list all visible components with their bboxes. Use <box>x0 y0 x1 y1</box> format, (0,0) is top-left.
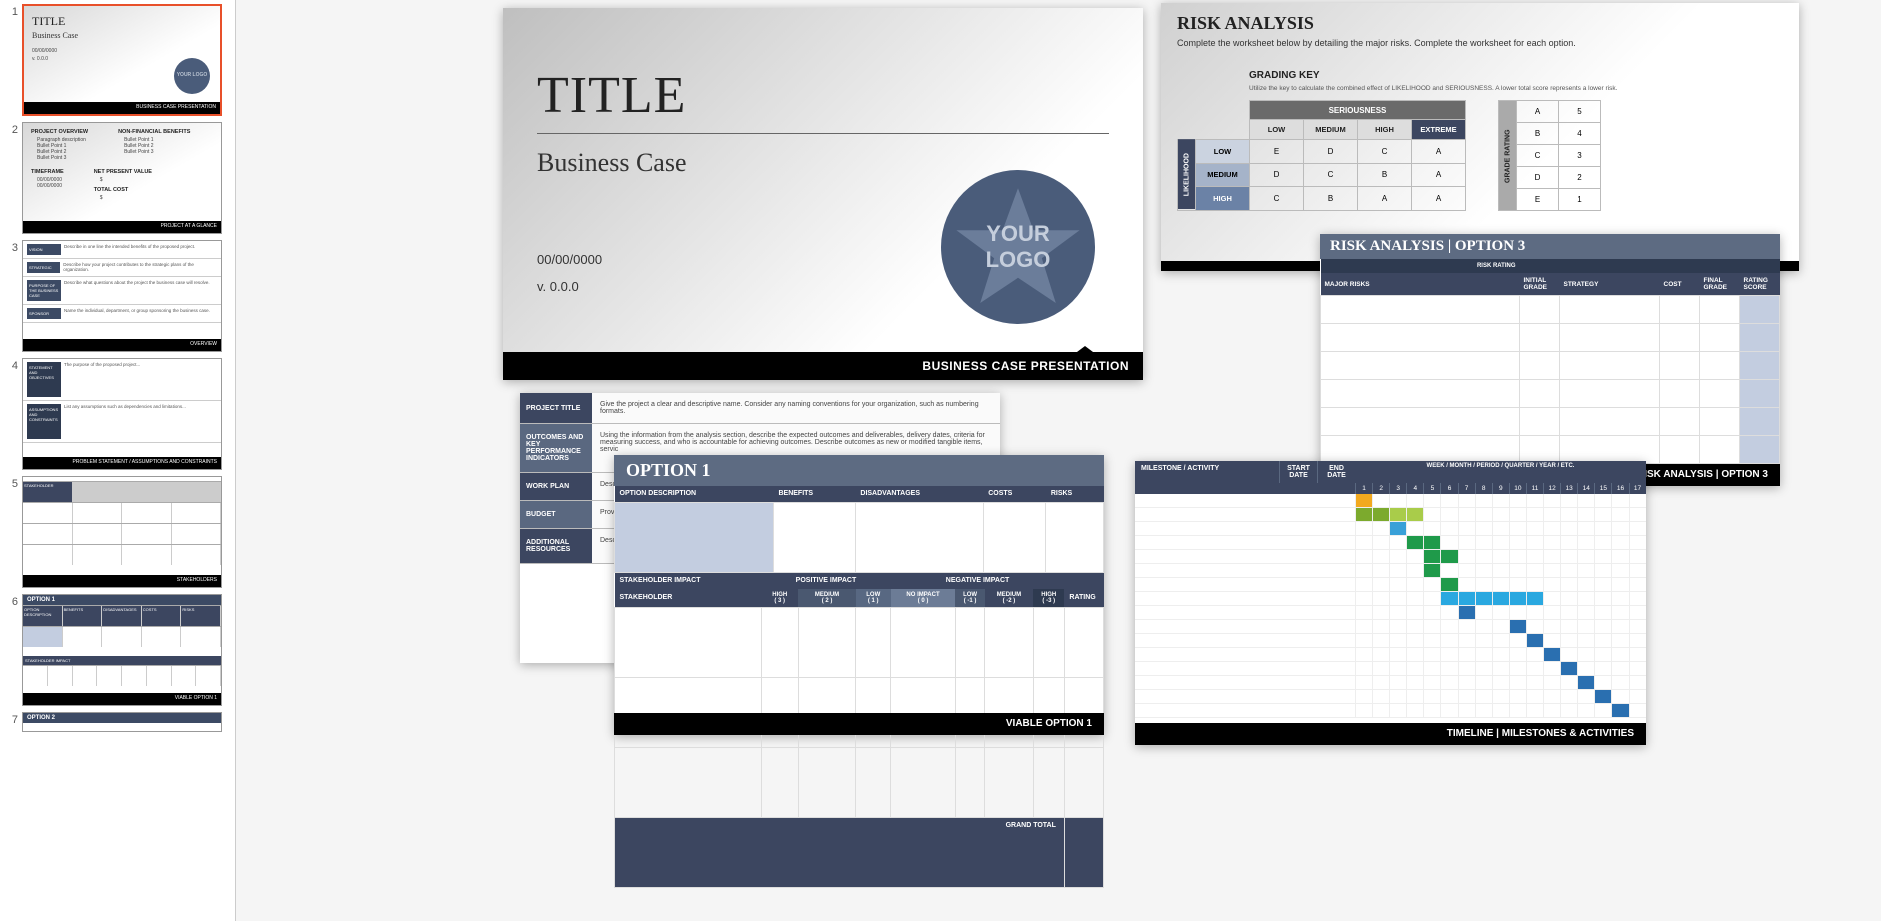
footer-label: BUSINESS CASE PRESENTATION <box>503 352 1143 380</box>
thumb-logo: YOUR LOGO <box>174 58 210 94</box>
slide-thumbnail-7[interactable]: OPTION 2 <box>22 712 222 732</box>
subtitle-text[interactable]: Business Case <box>537 148 1143 178</box>
option1-heading: OPTION 1 <box>614 455 1104 486</box>
logo-placeholder[interactable]: YOURLOGO <box>941 170 1095 324</box>
risk3-heading: RISK ANALYSIS | OPTION 3 <box>1320 234 1780 259</box>
grade-rating-table: GRADE RATINGA5 B4 C3 D2 E1 <box>1498 100 1601 211</box>
thumb-number: 2 <box>8 122 22 136</box>
risk-matrix-table: SERIOUSNESS LOWMEDIUMHIGHEXTREME LIKELIH… <box>1177 100 1466 211</box>
slide-thumbnail-6[interactable]: OPTION 1 OPTION DESCRIPTIONBENEFITSDISAD… <box>22 594 222 706</box>
thumb-title: TITLE <box>32 14 220 29</box>
thumb-number: 3 <box>8 240 22 254</box>
title-text[interactable]: TITLE <box>537 66 1143 125</box>
thumb-number: 1 <box>8 4 22 18</box>
risk-subtext: Complete the worksheet below by detailin… <box>1177 38 1799 48</box>
slide-risk-option3[interactable]: RISK ANALYSIS | OPTION 3 RISK RATING MAJ… <box>1320 234 1780 486</box>
slide-thumbnail-3[interactable]: VISIONDescribe in one line the intended … <box>22 240 222 352</box>
option1-footer: VIABLE OPTION 1 <box>614 713 1104 735</box>
slide-title-card[interactable]: TITLE Business Case 00/00/0000 v. 0.0.0 … <box>503 8 1143 380</box>
thumb-number: 4 <box>8 358 22 372</box>
thumb-footer: BUSINESS CASE PRESENTATION <box>24 102 220 114</box>
thumb-number: 7 <box>8 712 22 726</box>
risk3-table: RISK RATING MAJOR RISKS INITIAL GRADE ST… <box>1320 259 1780 464</box>
slide-editor-canvas[interactable]: TITLE Business Case 00/00/0000 v. 0.0.0 … <box>236 0 1881 921</box>
grading-key-desc: Utilize the key to calculate the combine… <box>1249 85 1799 92</box>
gantt-footer: TIMELINE | MILESTONES & ACTIVITIES <box>1135 723 1646 745</box>
slide-thumbnail-5[interactable]: STAKEHOLDER STAKEHOLDERS <box>22 476 222 588</box>
slide-option1[interactable]: OPTION 1 OPTION DESCRIPTIONBENEFITSDISAD… <box>614 455 1104 735</box>
slide-thumbnail-2[interactable]: PROJECT OVERVIEW Paragraph description B… <box>22 122 222 234</box>
slide-thumbnail-1[interactable]: TITLE Business Case 00/00/0000 v. 0.0.0 … <box>22 4 222 116</box>
thumb-subtitle: Business Case <box>32 31 220 40</box>
title-rule <box>537 133 1109 134</box>
thumb-number: 5 <box>8 476 22 490</box>
grading-key-heading: GRADING KEY <box>1249 70 1799 81</box>
slide-thumbnails-panel[interactable]: 1 TITLE Business Case 00/00/0000 v. 0.0.… <box>0 0 236 921</box>
slide-risk-analysis[interactable]: RISK ANALYSIS Complete the worksheet bel… <box>1161 3 1799 271</box>
thumb-number: 6 <box>8 594 22 608</box>
option1-table: OPTION DESCRIPTIONBENEFITSDISADVANTAGESC… <box>614 486 1104 573</box>
slide-thumbnail-4[interactable]: STATEMENT AND OBJECTIVESThe purpose of t… <box>22 358 222 470</box>
slide-timeline-gantt[interactable]: MILESTONE / ACTIVITY START DATE END DATE… <box>1135 461 1646 745</box>
gantt-header: MILESTONE / ACTIVITY START DATE END DATE… <box>1135 461 1646 483</box>
thumb-date: 00/00/0000 <box>32 48 220 54</box>
risk-heading: RISK ANALYSIS <box>1177 13 1799 34</box>
